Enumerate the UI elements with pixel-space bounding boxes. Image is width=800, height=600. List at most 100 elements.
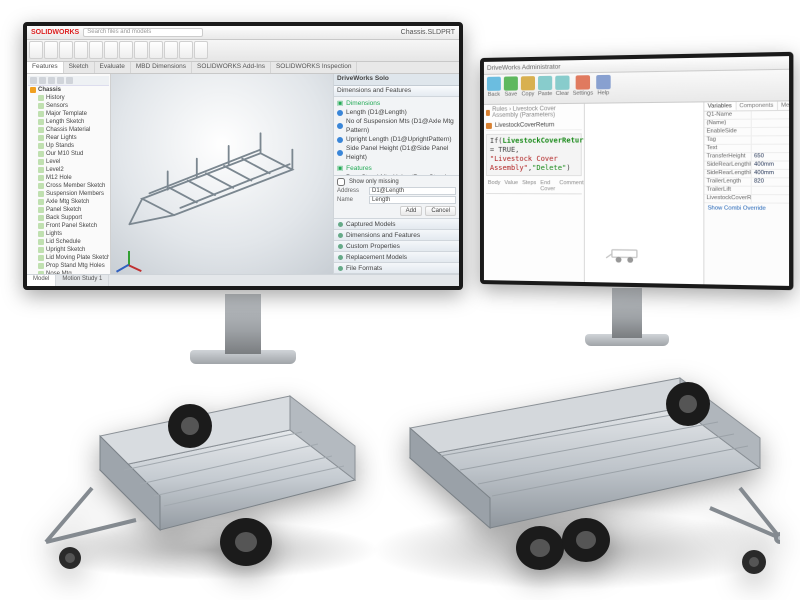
tree-item[interactable]: Lights xyxy=(36,230,109,238)
col-header: Comments xyxy=(557,179,585,193)
dimension-item[interactable]: Upright Length (D1@UprightPattern) xyxy=(337,135,456,144)
ribbon-copy[interactable]: Copy xyxy=(521,76,535,101)
ribbon-button[interactable] xyxy=(89,41,103,59)
ribbon-button[interactable] xyxy=(59,41,73,59)
property-row[interactable]: SideRearLengthHeight400mm xyxy=(704,162,789,170)
section-header: Dimensions and Features xyxy=(334,86,459,97)
property-row[interactable]: TrailerLift xyxy=(704,187,789,196)
monitor-right: DriveWorks Administrator BackSaveCopyPas… xyxy=(480,52,793,290)
group-dimensions: Dimensions xyxy=(346,99,380,108)
tree-item[interactable]: Prop Stand Mtg Holes xyxy=(36,262,109,270)
taskpane-section[interactable]: Custom Properties xyxy=(334,241,459,252)
tab-mbd[interactable]: MBD Dimensions xyxy=(131,62,192,73)
bottom-tab-model[interactable]: Model xyxy=(27,275,56,286)
property-row[interactable]: Text xyxy=(704,145,789,154)
taskpane-section[interactable]: File Formats xyxy=(334,263,459,274)
tree-item[interactable]: Lid Schedule xyxy=(36,238,109,246)
rule-row[interactable]: LivestockCoverReturn xyxy=(486,120,582,131)
taskpane-section[interactable]: Dimensions and Features xyxy=(334,230,459,241)
tree-item[interactable]: M12 Hole xyxy=(36,174,109,182)
ribbon-button[interactable] xyxy=(29,41,43,59)
group-features: Features xyxy=(346,164,372,173)
dw-rules-panel: Rules › Livestock Cover Assembly (Parame… xyxy=(484,104,585,282)
tab-variables[interactable]: Variables xyxy=(704,102,736,111)
monitor-left: SOLIDWORKS Search files and models Chass… xyxy=(23,22,463,290)
ribbon-button[interactable] xyxy=(119,41,133,59)
cancel-button[interactable]: Cancel xyxy=(425,206,456,216)
property-row[interactable]: Tag xyxy=(704,136,789,145)
add-button[interactable]: Add xyxy=(400,206,423,216)
tab-components[interactable]: Components xyxy=(736,102,778,111)
ribbon-settings[interactable]: Settings xyxy=(573,75,593,101)
folder-icon xyxy=(486,110,490,116)
tree-item[interactable]: Cross Member Sketch xyxy=(36,182,109,190)
property-row[interactable]: TrailerLength820 xyxy=(704,178,789,187)
tree-item[interactable]: History xyxy=(36,94,109,102)
search-input[interactable]: Search files and models xyxy=(83,28,203,37)
tree-item[interactable]: Length Sketch xyxy=(36,118,109,126)
ribbon-back[interactable]: Back xyxy=(487,77,501,102)
sw-bottom-tabs: Model Motion Study 1 xyxy=(27,274,459,286)
tree-item[interactable]: Level xyxy=(36,158,109,166)
tree-item[interactable]: Panel Sketch xyxy=(36,206,109,214)
ribbon-clear[interactable]: Clear xyxy=(555,76,569,102)
address-field[interactable]: D1@Length xyxy=(369,187,456,195)
tree-item[interactable]: Our M10 Stud xyxy=(36,150,109,158)
tree-item[interactable]: Suspension Members xyxy=(36,190,109,198)
show-combi-link[interactable]: Show Combi Override xyxy=(704,203,789,214)
feature-tree[interactable]: Chassis HistorySensorsMajor TemplateLeng… xyxy=(27,74,111,274)
trailer-small-render xyxy=(40,370,380,580)
dimension-item[interactable]: Side Panel Height (D1@Side Panel Height) xyxy=(337,144,456,162)
name-field[interactable]: Length xyxy=(369,196,456,204)
dimension-item[interactable]: No of Suspension Mts (D1@Axle Mtg Patter… xyxy=(337,117,456,135)
address-label: Address xyxy=(337,188,365,194)
tree-item[interactable]: Upright Sketch xyxy=(36,246,109,254)
tab-sketch[interactable]: Sketch xyxy=(64,62,95,73)
tree-item[interactable]: Nose Mtg xyxy=(36,270,109,274)
dimension-item[interactable]: Length (D1@Length) xyxy=(337,108,456,117)
tree-item[interactable]: Up Stands xyxy=(36,142,109,150)
ribbon-button[interactable] xyxy=(44,41,58,59)
tree-item[interactable]: Front Panel Sketch xyxy=(36,222,109,230)
dw-preview-area xyxy=(585,102,705,284)
taskpane-sections: Captured ModelsDimensions and FeaturesCu… xyxy=(334,218,459,274)
tree-item[interactable]: Major Template xyxy=(36,110,109,118)
ribbon-button[interactable] xyxy=(179,41,193,59)
rule-icon xyxy=(486,122,492,128)
tab-evaluate[interactable]: Evaluate xyxy=(95,62,131,73)
tree-item[interactable]: Level2 xyxy=(36,166,109,174)
orientation-triad xyxy=(117,246,139,268)
ribbon-button[interactable] xyxy=(74,41,88,59)
rule-name: LivestockCoverReturn xyxy=(495,122,554,129)
formula-editor[interactable]: If(LivestockCoverReturn = TRUE,"Livestoc… xyxy=(486,133,582,176)
ribbon-button[interactable] xyxy=(194,41,208,59)
tree-item[interactable]: Back Support xyxy=(36,214,109,222)
ribbon-button[interactable] xyxy=(104,41,118,59)
tree-item[interactable]: Chassis Material xyxy=(36,126,109,134)
tab-features[interactable]: Features xyxy=(27,62,64,73)
ribbon-button[interactable] xyxy=(134,41,148,59)
taskpane-section[interactable]: Replacement Models xyxy=(334,252,459,263)
tree-root[interactable]: Chassis xyxy=(38,86,61,94)
ribbon-help[interactable]: Help xyxy=(596,75,610,101)
tab-measure[interactable]: Measurements xyxy=(778,101,789,110)
tree-item[interactable]: Sensors xyxy=(36,102,109,110)
ribbon-button[interactable] xyxy=(149,41,163,59)
driveworks-window: DriveWorks Administrator BackSaveCopyPas… xyxy=(484,56,789,286)
ribbon-paste[interactable]: Paste xyxy=(538,76,552,101)
ribbon-button[interactable] xyxy=(164,41,178,59)
show-only-missing-checkbox[interactable] xyxy=(337,178,345,186)
tree-item[interactable]: Lid Moving Plate Sketch xyxy=(36,254,109,262)
bottom-tab-motion[interactable]: Motion Study 1 xyxy=(56,275,109,286)
dimension-list[interactable]: ▣ Dimensions Length (D1@Length)No of Sus… xyxy=(334,97,459,175)
ribbon-save[interactable]: Save xyxy=(504,76,518,101)
sw-ribbon xyxy=(27,40,459,62)
tab-addins[interactable]: SOLIDWORKS Add-Ins xyxy=(192,62,271,73)
tree-item[interactable]: Axle Mtg Sketch xyxy=(36,198,109,206)
property-row[interactable]: SideRearLengthHeight400mm xyxy=(704,170,789,178)
property-row[interactable]: TransferHeight650 xyxy=(704,153,789,162)
taskpane-section[interactable]: Captured Models xyxy=(334,219,459,230)
tree-item[interactable]: Rear Lights xyxy=(36,134,109,142)
tab-inspect[interactable]: SOLIDWORKS Inspection xyxy=(271,62,358,73)
viewport-3d[interactable] xyxy=(111,74,333,274)
